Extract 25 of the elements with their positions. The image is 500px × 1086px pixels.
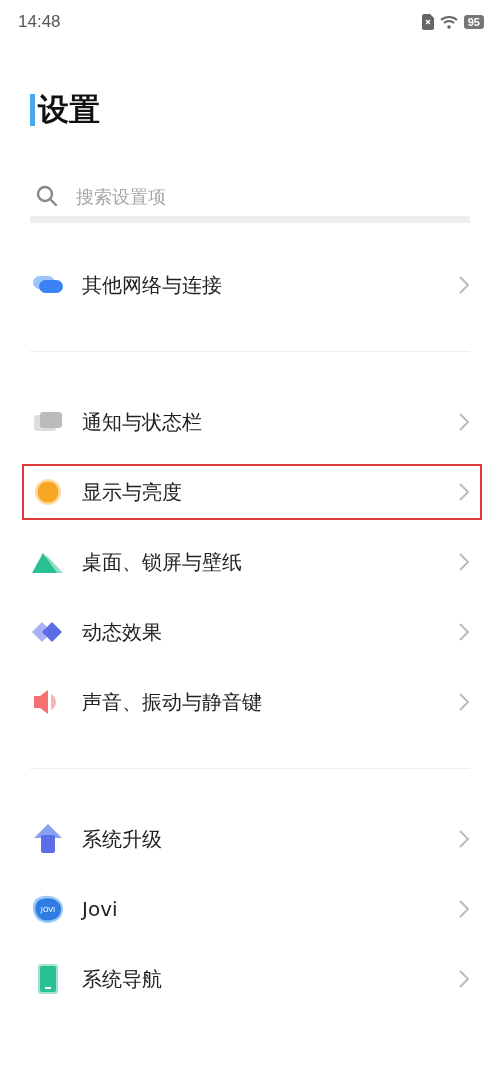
search-icon bbox=[36, 185, 58, 207]
chevron-right-icon bbox=[458, 969, 470, 989]
chevron-right-icon bbox=[458, 275, 470, 295]
chevron-right-icon bbox=[458, 482, 470, 502]
chevron-right-icon bbox=[458, 692, 470, 712]
settings-item[interactable]: 其他网络与连接 bbox=[30, 250, 470, 320]
battery-level: 95 bbox=[463, 15, 484, 29]
settings-item[interactable]: 通知与状态栏 bbox=[30, 387, 470, 457]
search-field[interactable]: 搜索设置项 bbox=[74, 184, 378, 208]
settings-item[interactable]: 系统导航 bbox=[30, 944, 470, 1014]
settings-item[interactable]: 桌面、锁屏与壁纸 bbox=[30, 527, 470, 597]
settings-item[interactable]: 声音、振动与静音键 bbox=[30, 667, 470, 737]
chevron-right-icon bbox=[458, 552, 470, 572]
chevron-right-icon bbox=[458, 622, 470, 642]
wifi-icon bbox=[439, 15, 458, 29]
sim-card-icon bbox=[421, 14, 434, 30]
settings-item[interactable]: 显示与亮度 bbox=[30, 457, 470, 527]
chevron-right-icon bbox=[458, 412, 470, 432]
settings-item[interactable]: 系统升级 bbox=[30, 804, 470, 874]
page-title: 设置 bbox=[38, 90, 100, 129]
chevron-right-icon bbox=[458, 899, 470, 919]
settings-item[interactable]: 动态效果 bbox=[30, 597, 470, 667]
chevron-right-icon bbox=[458, 829, 470, 849]
status-time: 14:48 bbox=[18, 12, 61, 32]
title-accent-bar bbox=[30, 94, 35, 126]
